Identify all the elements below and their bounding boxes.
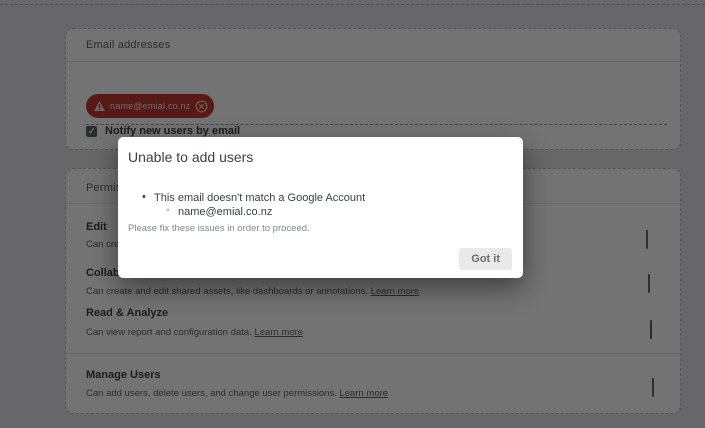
sub-bullet-icon: ◦: [166, 205, 170, 216]
got-it-button[interactable]: Got it: [459, 248, 512, 270]
page: Email addresses name@emial.co.nz Notify …: [0, 0, 705, 428]
unable-to-add-users-dialog: Unable to add users • This email doesn't…: [118, 137, 523, 278]
bullet-icon: •: [142, 191, 146, 203]
issue-detail-email: name@emial.co.nz: [178, 206, 273, 218]
issue-text: This email doesn't match a Google Accoun…: [154, 192, 366, 204]
dialog-title: Unable to add users: [128, 149, 254, 165]
dialog-note: Please fix these issues in order to proc…: [128, 223, 310, 234]
